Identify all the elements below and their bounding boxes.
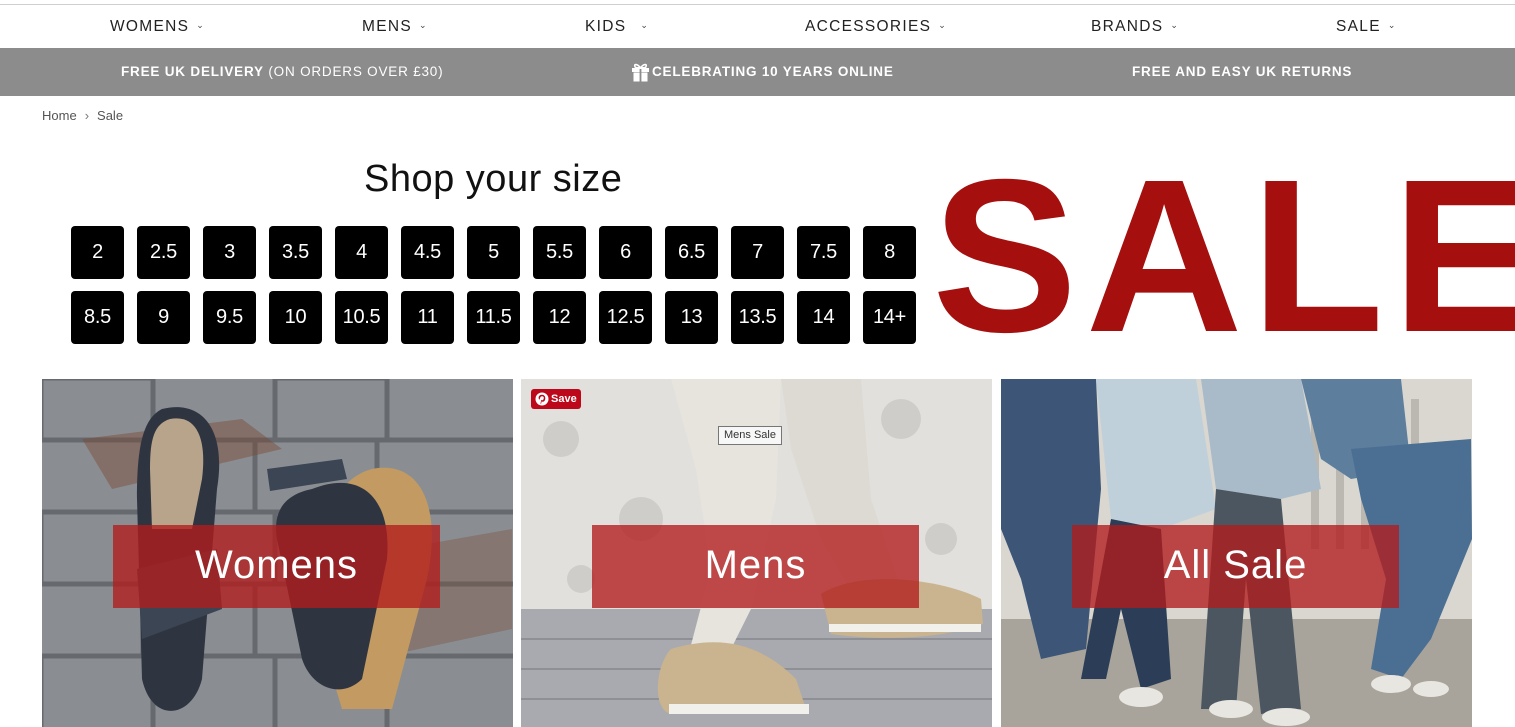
- promo-delivery-note: (ON ORDERS OVER £30): [263, 64, 444, 79]
- size-button[interactable]: 13: [665, 291, 718, 344]
- size-button[interactable]: 2: [71, 226, 124, 279]
- size-button[interactable]: 13.5: [731, 291, 784, 344]
- nav-label: SALE: [1336, 18, 1381, 35]
- chevron-down-icon: ⌄: [418, 20, 428, 30]
- chevron-down-icon: ⌄: [1387, 20, 1397, 30]
- size-button[interactable]: 14: [797, 291, 850, 344]
- size-button[interactable]: 6.5: [665, 226, 718, 279]
- nav-brands[interactable]: BRANDS ⌄: [1091, 5, 1179, 48]
- tile-all-sale[interactable]: All Sale: [1001, 379, 1472, 727]
- tile-label: Mens: [592, 525, 919, 608]
- size-button[interactable]: 9: [137, 291, 190, 344]
- tile-label: Womens: [113, 525, 440, 608]
- promo-returns[interactable]: FREE AND EASY UK RETURNS: [1132, 48, 1352, 95]
- sizes-title: Shop your size: [364, 158, 623, 200]
- size-button[interactable]: 5: [467, 226, 520, 279]
- nav-label: BRANDS: [1091, 18, 1164, 35]
- size-button[interactable]: 10.5: [335, 291, 388, 344]
- size-button[interactable]: 10: [269, 291, 322, 344]
- tile-mens[interactable]: Save Mens Sale Mens: [521, 379, 992, 727]
- size-button[interactable]: 11.5: [467, 291, 520, 344]
- chevron-down-icon: ⌄: [938, 20, 948, 30]
- size-button[interactable]: 12: [533, 291, 586, 344]
- nav-kids[interactable]: KIDS ⌄: [585, 5, 649, 48]
- nav-label: MENS: [362, 18, 412, 35]
- pinterest-save-label: Save: [551, 393, 577, 405]
- tile-womens[interactable]: Womens: [42, 379, 513, 727]
- promo-bar: FREE UK DELIVERY (ON ORDERS OVER £30) CE…: [0, 48, 1515, 96]
- size-button[interactable]: 8.5: [71, 291, 124, 344]
- promo-celebrating[interactable]: CELEBRATING 10 YEARS ONLINE: [652, 48, 894, 95]
- chevron-down-icon: ⌄: [640, 20, 650, 30]
- size-button[interactable]: 3: [203, 226, 256, 279]
- main-nav: WOMENS ⌄ MENS ⌄ KIDS ⌄ ACCESSORIES ⌄ BRANDS ⌄…: [0, 5, 1515, 48]
- size-button[interactable]: 6: [599, 226, 652, 279]
- breadcrumb-current: Sale: [97, 108, 124, 123]
- chevron-down-icon: ⌄: [1170, 20, 1180, 30]
- nav-mens[interactable]: MENS ⌄: [362, 5, 428, 48]
- size-button[interactable]: 4: [335, 226, 388, 279]
- size-button[interactable]: 8: [863, 226, 916, 279]
- size-button[interactable]: 3.5: [269, 226, 322, 279]
- image-tooltip: Mens Sale: [718, 426, 782, 445]
- breadcrumb-home[interactable]: Home: [42, 108, 77, 123]
- nav-label: WOMENS: [110, 18, 190, 35]
- size-button[interactable]: 7: [731, 226, 784, 279]
- size-button[interactable]: 11: [401, 291, 454, 344]
- size-button[interactable]: 7.5: [797, 226, 850, 279]
- size-button[interactable]: 14+: [863, 291, 916, 344]
- chevron-down-icon: ⌄: [196, 20, 206, 30]
- pinterest-save-button[interactable]: Save: [531, 389, 581, 409]
- nav-accessories[interactable]: ACCESSORIES ⌄: [805, 5, 947, 48]
- size-button[interactable]: 5.5: [533, 226, 586, 279]
- size-button[interactable]: 4.5: [401, 226, 454, 279]
- gift-icon: [632, 63, 649, 82]
- nav-label: ACCESSORIES: [805, 18, 932, 35]
- sale-banner[interactable]: SALE: [932, 148, 1515, 366]
- breadcrumb-separator: ›: [84, 108, 90, 123]
- nav-label: KIDS: [585, 18, 627, 35]
- promo-delivery-bold: FREE UK DELIVERY: [121, 64, 264, 79]
- size-button[interactable]: 12.5: [599, 291, 652, 344]
- nav-womens[interactable]: WOMENS ⌄: [110, 5, 205, 48]
- size-button[interactable]: 2.5: [137, 226, 190, 279]
- pinterest-icon: [535, 392, 549, 406]
- breadcrumb: Home › Sale: [42, 108, 123, 123]
- nav-sale[interactable]: SALE ⌄: [1336, 5, 1397, 48]
- size-button[interactable]: 9.5: [203, 291, 256, 344]
- tile-label: All Sale: [1072, 525, 1399, 608]
- promo-delivery[interactable]: FREE UK DELIVERY (ON ORDERS OVER £30): [121, 48, 443, 95]
